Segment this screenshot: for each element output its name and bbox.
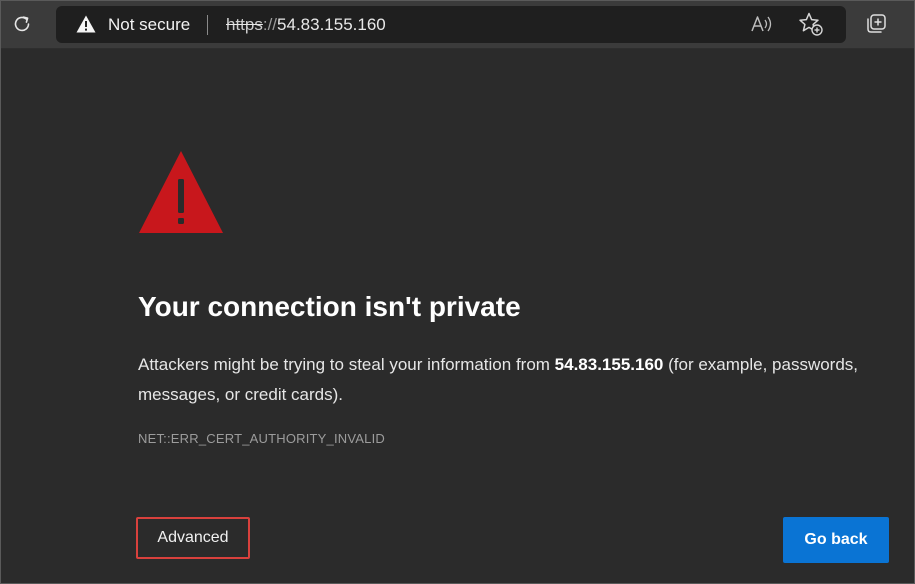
url-separator: :// [262,15,278,34]
message-text-before: Attackers might be trying to steal your … [138,355,555,374]
advanced-button[interactable]: Advanced [136,517,250,559]
read-aloud-button[interactable] [749,13,775,35]
collections-icon [867,14,886,33]
browser-toolbar: Not secure https://54.83.155.160 [1,1,914,49]
refresh-button[interactable] [7,9,37,39]
collections-button[interactable] [863,11,889,37]
add-favorite-button[interactable] [797,11,825,37]
error-message: Attackers might be trying to steal your … [138,350,898,410]
message-host: 54.83.155.160 [554,355,664,374]
go-back-button[interactable]: Go back [783,517,889,563]
security-status-label[interactable]: Not secure [108,15,190,35]
add-favorite-icon [799,12,823,36]
url-scheme: https [226,15,263,34]
read-aloud-icon [751,16,772,32]
url-host: 54.83.155.160 [277,15,386,34]
error-code: NET::ERR_CERT_AUTHORITY_INVALID [138,431,385,446]
warning-icon[interactable] [76,15,96,33]
url-text[interactable]: https://54.83.155.160 [226,15,386,35]
browser-window: Not secure https://54.83.155.160 Your co… [0,0,915,584]
refresh-icon [14,16,30,32]
large-warning-icon [139,151,223,233]
address-bar[interactable]: Not secure https://54.83.155.160 [56,6,846,43]
page-title: Your connection isn't private [138,291,521,322]
address-divider [207,15,208,35]
